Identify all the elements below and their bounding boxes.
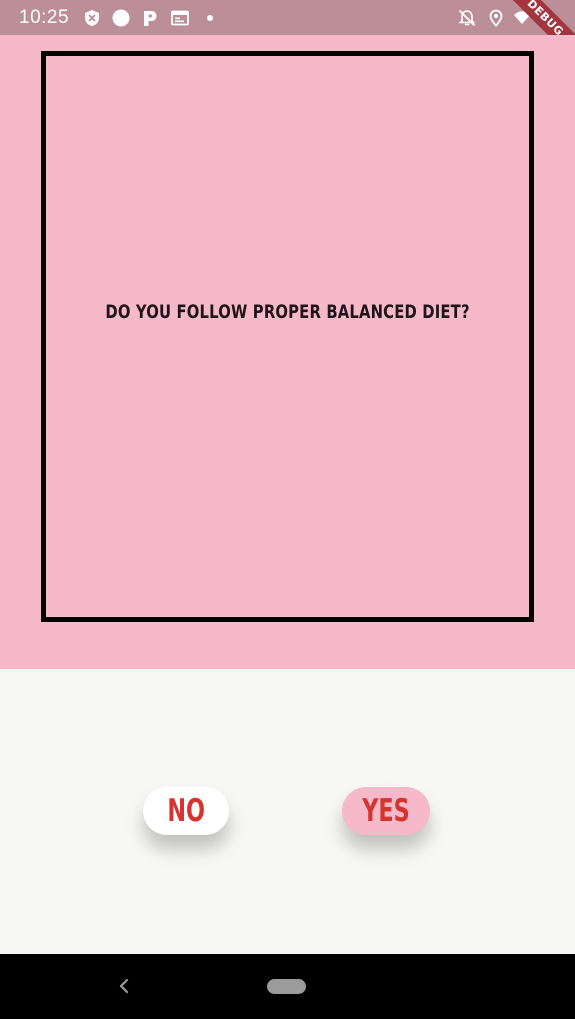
status-time: 10:25 [19,7,70,28]
navigation-bar [0,954,575,1019]
question-area: DO YOU FOLLOW PROPER BALANCED DIET? [0,35,575,669]
calendar-icon [171,10,189,26]
location-icon [489,9,503,27]
no-button-label: NO [167,793,205,829]
yes-button[interactable]: YES [342,787,430,835]
question-text: DO YOU FOLLOW PROPER BALANCED DIET? [105,300,470,323]
back-icon[interactable] [117,976,131,996]
question-card: DO YOU FOLLOW PROPER BALANCED DIET? [41,51,534,622]
circle-icon [112,9,130,27]
dot-icon [207,15,213,21]
status-bar: 10:25 DEBUG [0,0,575,75]
bell-off-icon [458,10,476,26]
answer-area: NO YES [0,669,575,954]
parking-icon [144,11,157,26]
no-button[interactable]: NO [143,787,229,835]
yes-button-label: YES [362,793,410,829]
app-screen: 10:25 DEBUG DO YOU FOLLOW PROPER BALANCE… [0,0,575,1019]
home-pill-icon[interactable] [267,979,306,994]
shield-x-icon [85,10,99,26]
